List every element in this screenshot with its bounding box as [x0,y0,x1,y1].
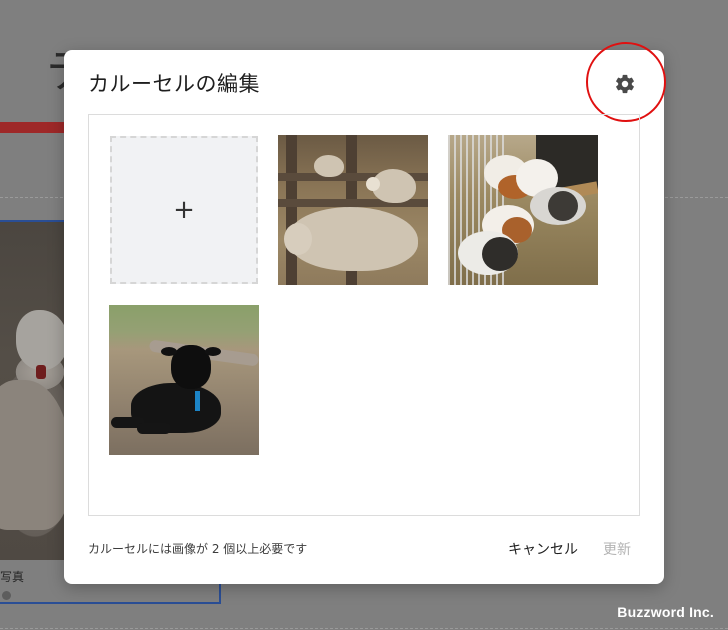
settings-button[interactable] [610,69,640,99]
cancel-button[interactable]: キャンセル [508,539,578,559]
requirement-note: カルーセルには画像が 2 個以上必要です [88,542,308,556]
plus-icon: + [173,195,195,225]
dialog-title: カルーセルの編集 [88,72,260,96]
carousel-caption: 写真 [0,570,25,584]
carousel-indicator-dot [2,591,11,600]
gallery-image-guinea-pigs[interactable] [448,135,598,285]
gallery-image-sheep[interactable] [278,135,428,285]
edit-carousel-dialog: カルーセルの編集 + カルーセルには画像が 2 個以上必要です キャンセル 更新 [64,42,666,584]
watermark-logo: Buzzword Inc. [617,604,714,620]
add-image-button[interactable]: + [110,136,258,284]
update-button[interactable]: 更新 [603,539,631,559]
carousel-preview-image [0,222,70,560]
heading-accent-bar [0,122,70,133]
gallery-image-black-lamb[interactable] [109,305,259,455]
image-gallery: + [88,114,640,516]
gear-icon [616,74,634,94]
section-divider-bottom [0,628,728,629]
